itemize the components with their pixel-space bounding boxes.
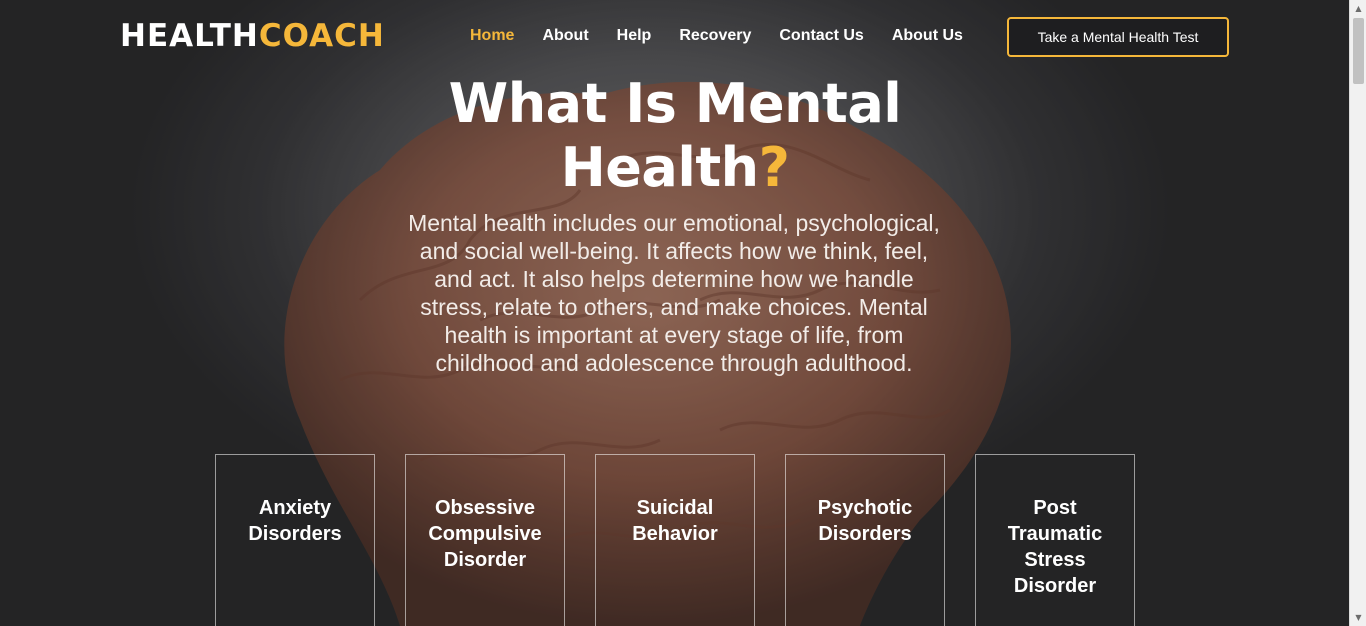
hero-title-line2: Health xyxy=(560,136,760,199)
brand-name-accent: COACH xyxy=(258,18,385,54)
card-post-traumatic-stress-disorder[interactable]: Post Traumatic Stress Disorder xyxy=(975,454,1135,626)
brand-name-main: HEALTH xyxy=(120,18,259,54)
vertical-scrollbar[interactable]: ▲ ▼ xyxy=(1349,0,1366,626)
nav-item-recovery[interactable]: Recovery xyxy=(679,27,751,45)
card-title: Anxiety Disorders xyxy=(248,497,342,545)
card-psychotic-disorders[interactable]: Psychotic Disorders xyxy=(785,454,945,626)
card-title: Psychotic Disorders xyxy=(817,497,913,545)
hero-title-mark: ? xyxy=(758,136,790,199)
brand-logo[interactable]: HEALTHCOACH xyxy=(120,18,385,54)
page: HEALTHCOACH Home About Help Recovery Con… xyxy=(0,0,1349,626)
nav-item-contact-us[interactable]: Contact Us xyxy=(779,27,863,45)
card-anxiety-disorders[interactable]: Anxiety Disorders xyxy=(215,454,375,626)
card-title: Suicidal Behavior xyxy=(632,497,718,545)
triangle-down-icon[interactable]: ▼ xyxy=(1350,609,1366,626)
card-title: Obsessive Compulsive Disorder xyxy=(428,497,542,571)
card-title: Post Traumatic Stress Disorder xyxy=(1007,497,1103,597)
nav-item-about-us[interactable]: About Us xyxy=(892,27,963,45)
hero-title: What Is Mental Health? xyxy=(380,72,970,200)
nav-item-home[interactable]: Home xyxy=(470,27,514,45)
scrollbar-thumb[interactable] xyxy=(1353,18,1364,84)
disorder-cards: Anxiety Disorders Obsessive Compulsive D… xyxy=(215,454,1165,626)
card-obsessive-compulsive-disorder[interactable]: Obsessive Compulsive Disorder xyxy=(405,454,565,626)
nav-item-about[interactable]: About xyxy=(542,27,588,45)
nav-item-help[interactable]: Help xyxy=(617,27,652,45)
card-suicidal-behavior[interactable]: Suicidal Behavior xyxy=(595,454,755,626)
mental-health-test-button[interactable]: Take a Mental Health Test xyxy=(1007,17,1229,57)
main-nav: Home About Help Recovery Contact Us Abou… xyxy=(470,27,991,45)
triangle-up-icon[interactable]: ▲ xyxy=(1350,0,1366,17)
hero-title-line1: What Is Mental xyxy=(448,72,902,135)
hero-description: Mental health includes our emotional, ps… xyxy=(408,210,940,376)
